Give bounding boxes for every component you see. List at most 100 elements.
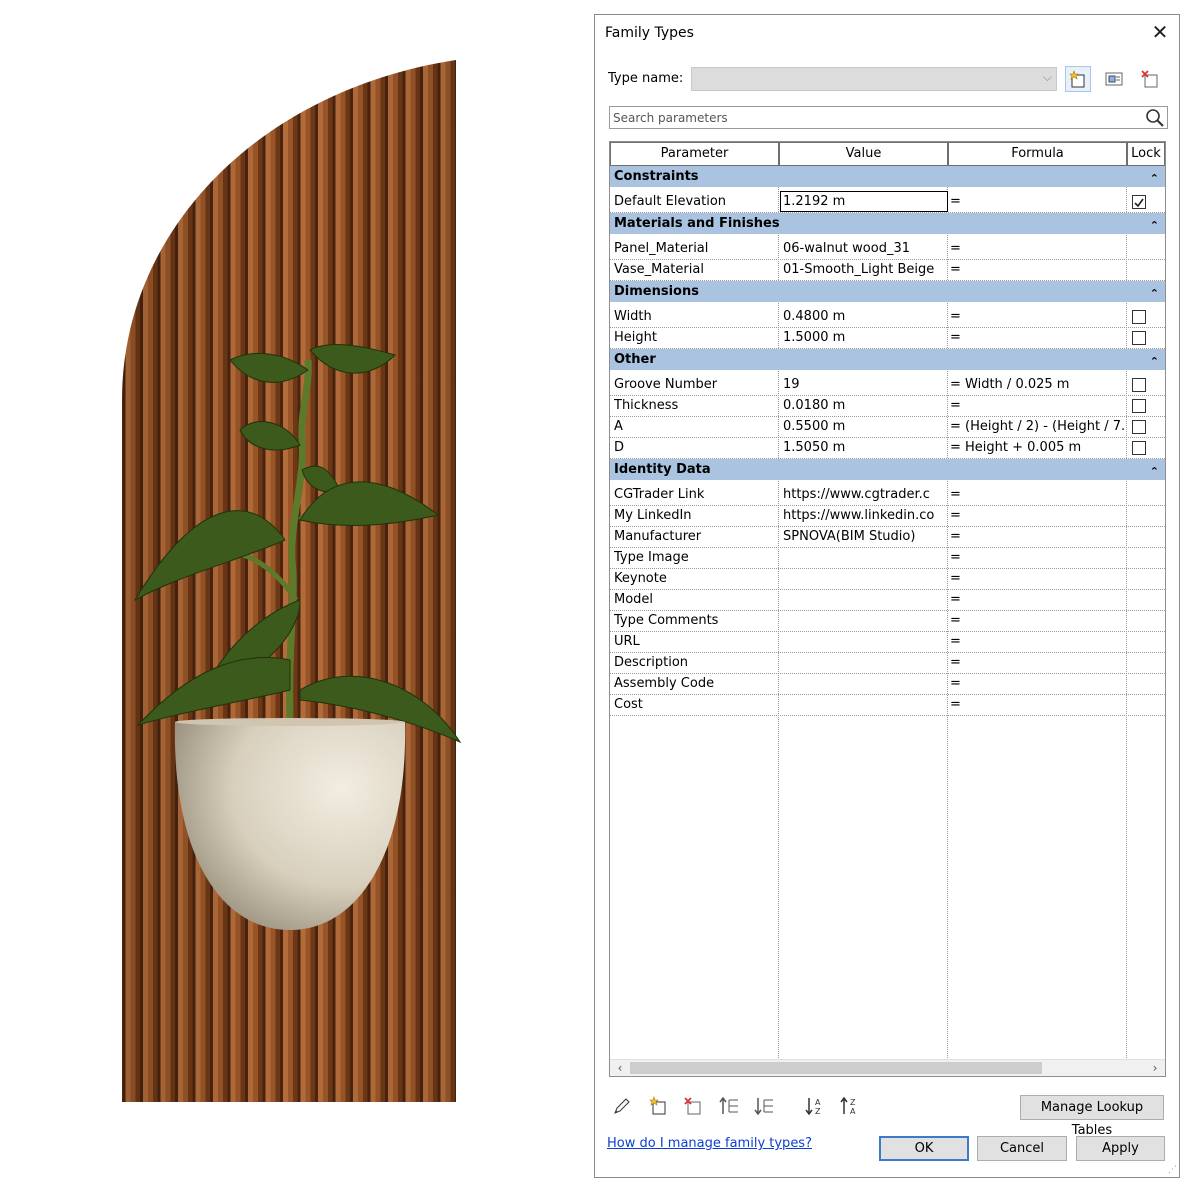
sort-ascending-icon[interactable]: AZ [804,1095,826,1117]
parameter-row[interactable]: Cost = [610,695,1165,716]
horizontal-scrollbar[interactable]: ‹ › [610,1059,1165,1076]
parameter-formula-field[interactable]: = [950,192,1126,212]
move-down-icon[interactable] [753,1095,775,1117]
parameter-row[interactable]: Height 1.5000 m = [610,328,1165,349]
group-header[interactable]: Other ⌃ [610,349,1165,370]
column-header-formula[interactable]: Formula [948,142,1127,166]
parameter-row[interactable]: Thickness 0.0180 m = [610,396,1165,417]
parameter-value-field[interactable] [783,590,947,610]
parameter-formula-field[interactable]: = (Height / 2) - (Height / 7.5 [950,417,1126,437]
parameter-row[interactable]: Model = [610,590,1165,611]
parameter-formula-field[interactable]: = [950,328,1126,348]
parameter-value-field[interactable]: https://www.cgtrader.c [783,485,947,505]
search-input[interactable] [613,108,1133,128]
column-header-lock[interactable]: Lock [1127,142,1165,166]
parameter-value-field[interactable] [783,674,947,694]
parameter-value-field[interactable]: 1.5000 m [783,328,947,348]
parameter-row[interactable]: A 0.5500 m = (Height / 2) - (Height / 7.5 [610,417,1165,438]
new-type-icon[interactable] [1065,66,1091,92]
parameter-row[interactable]: Manufacturer SPNOVA(BIM Studio) = [610,527,1165,548]
manage-lookup-tables-button[interactable]: Manage Lookup Tables [1020,1095,1164,1138]
parameter-value-field[interactable]: https://www.linkedin.co [783,506,947,526]
search-icon[interactable] [1145,108,1165,131]
parameter-row[interactable]: Groove Number 19 = Width / 0.025 m [610,375,1165,396]
apply-button[interactable]: Apply [1076,1136,1165,1161]
parameter-value-field[interactable]: 0.4800 m [783,307,947,327]
parameter-value-field[interactable]: 0.0180 m [783,396,947,416]
ok-button[interactable]: OK [879,1136,969,1161]
parameter-formula-field[interactable]: = [950,569,1126,589]
parameter-formula-field[interactable]: = [950,590,1126,610]
group-header[interactable]: Constraints ⌃ [610,166,1165,187]
lock-checkbox[interactable] [1132,310,1146,324]
parameter-row[interactable]: Type Image = [610,548,1165,569]
column-header-parameter[interactable]: Parameter [610,142,779,166]
new-parameter-icon[interactable] [647,1095,669,1117]
chevron-up-double-icon[interactable]: ⌃ [1150,349,1159,375]
parameter-formula-field[interactable]: = [950,485,1126,505]
parameter-row[interactable]: CGTrader Link https://www.cgtrader.c = [610,485,1165,506]
parameter-value-field[interactable] [783,611,947,631]
lock-checkbox[interactable] [1132,331,1146,345]
parameter-formula-field[interactable]: = Height + 0.005 m [950,438,1126,458]
parameter-value-field[interactable] [783,632,947,652]
parameter-value-field[interactable]: 19 [783,375,947,395]
parameter-row[interactable]: D 1.5050 m = Height + 0.005 m [610,438,1165,459]
parameter-row[interactable]: Type Comments = [610,611,1165,632]
scroll-left-icon[interactable]: ‹ [612,1060,628,1076]
parameter-value-field[interactable] [783,548,947,568]
parameter-value-field[interactable]: 1.2192 m [780,191,948,212]
parameter-formula-field[interactable]: = [950,632,1126,652]
delete-parameter-icon[interactable] [682,1095,704,1117]
parameter-formula-field[interactable]: = [950,674,1126,694]
parameter-row[interactable]: Assembly Code = [610,674,1165,695]
edit-parameter-icon[interactable] [611,1095,633,1117]
cancel-button[interactable]: Cancel [977,1136,1067,1161]
sort-descending-icon[interactable]: ZA [839,1095,861,1117]
parameter-formula-field[interactable]: = [950,653,1126,673]
parameter-value-field[interactable]: 06-walnut wood_31 [783,239,947,259]
parameter-row[interactable]: Width 0.4800 m = [610,307,1165,328]
parameter-formula-field[interactable]: = [950,695,1126,715]
parameter-row[interactable]: Description = [610,653,1165,674]
group-header[interactable]: Identity Data ⌃ [610,459,1165,480]
parameter-row[interactable]: Default Elevation 1.2192 m = [610,191,1165,213]
parameter-formula-field[interactable]: = Width / 0.025 m [950,375,1126,395]
parameter-value-field[interactable]: 01-Smooth_Light Beige [783,260,947,280]
column-header-value[interactable]: Value [779,142,948,166]
parameter-formula-field[interactable]: = [950,260,1126,280]
help-link[interactable]: How do I manage family types? [607,1136,812,1151]
lock-checkbox[interactable] [1132,441,1146,455]
close-icon[interactable]: ✕ [1149,21,1171,43]
type-name-dropdown[interactable]: ⌵ [691,67,1057,91]
parameter-formula-field[interactable]: = [950,548,1126,568]
parameter-value-field[interactable] [783,653,947,673]
parameter-formula-field[interactable]: = [950,611,1126,631]
group-header[interactable]: Dimensions ⌃ [610,281,1165,302]
chevron-up-double-icon[interactable]: ⌃ [1150,213,1159,239]
move-up-icon[interactable] [718,1095,740,1117]
chevron-up-double-icon[interactable]: ⌃ [1150,166,1159,192]
delete-type-icon[interactable] [1137,66,1163,92]
parameter-value-field[interactable] [783,695,947,715]
search-parameters-box[interactable] [609,106,1168,129]
parameter-row[interactable]: URL = [610,632,1165,653]
parameter-formula-field[interactable]: = [950,506,1126,526]
group-header[interactable]: Materials and Finishes ⌃ [610,213,1165,234]
parameter-formula-field[interactable]: = [950,396,1126,416]
parameter-row[interactable]: My LinkedIn https://www.linkedin.co = [610,506,1165,527]
scrollbar-thumb[interactable] [630,1062,1042,1074]
chevron-up-double-icon[interactable]: ⌃ [1150,281,1159,307]
lock-checkbox[interactable] [1132,378,1146,392]
chevron-up-double-icon[interactable]: ⌃ [1150,459,1159,485]
parameter-value-field[interactable]: 1.5050 m [783,438,947,458]
lock-checkbox[interactable] [1132,195,1146,209]
parameter-formula-field[interactable]: = [950,527,1126,547]
parameter-row[interactable]: Panel_Material 06-walnut wood_31 = [610,239,1165,260]
resize-grip[interactable]: ⋰ [1168,1165,1177,1175]
parameter-formula-field[interactable]: = [950,239,1126,259]
lock-checkbox[interactable] [1132,399,1146,413]
parameter-formula-field[interactable]: = [950,307,1126,327]
parameter-row[interactable]: Keynote = [610,569,1165,590]
parameter-value-field[interactable] [783,569,947,589]
